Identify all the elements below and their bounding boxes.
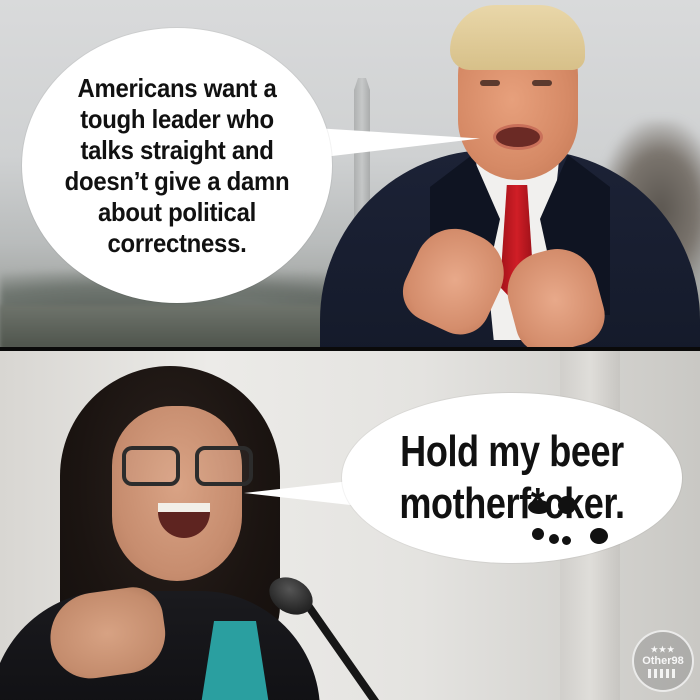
eye-right <box>532 80 552 86</box>
face <box>112 406 242 581</box>
glasses-lens-left <box>122 446 180 486</box>
watermark-badge: ★★★ Other98 <box>632 630 694 692</box>
badge-stars: ★★★ <box>650 644 676 654</box>
watermark-text: Other98 <box>642 654 684 667</box>
speech-line-1: Hold my beer <box>400 427 624 476</box>
badge-stripes <box>648 668 678 678</box>
glasses-lens-right <box>195 446 253 486</box>
open-mouth <box>493 124 543 150</box>
speech-line-2: motherf*cker. <box>399 479 625 528</box>
speech-bubble-bottom: Hold my beer motherf*cker. <box>342 393 682 563</box>
speech-bubble-top: Americans want a tough leader who talks … <box>22 28 332 303</box>
speaker-man-photo <box>310 0 700 347</box>
top-panel: Americans want a tough leader who talks … <box>0 0 700 347</box>
speaker-woman-photo <box>0 351 360 700</box>
speech-text-bottom: Hold my beer motherf*cker. <box>381 426 643 530</box>
eye-left <box>480 80 500 86</box>
speech-text-top: Americans want a tough leader who talks … <box>64 72 290 258</box>
hair <box>450 5 585 70</box>
